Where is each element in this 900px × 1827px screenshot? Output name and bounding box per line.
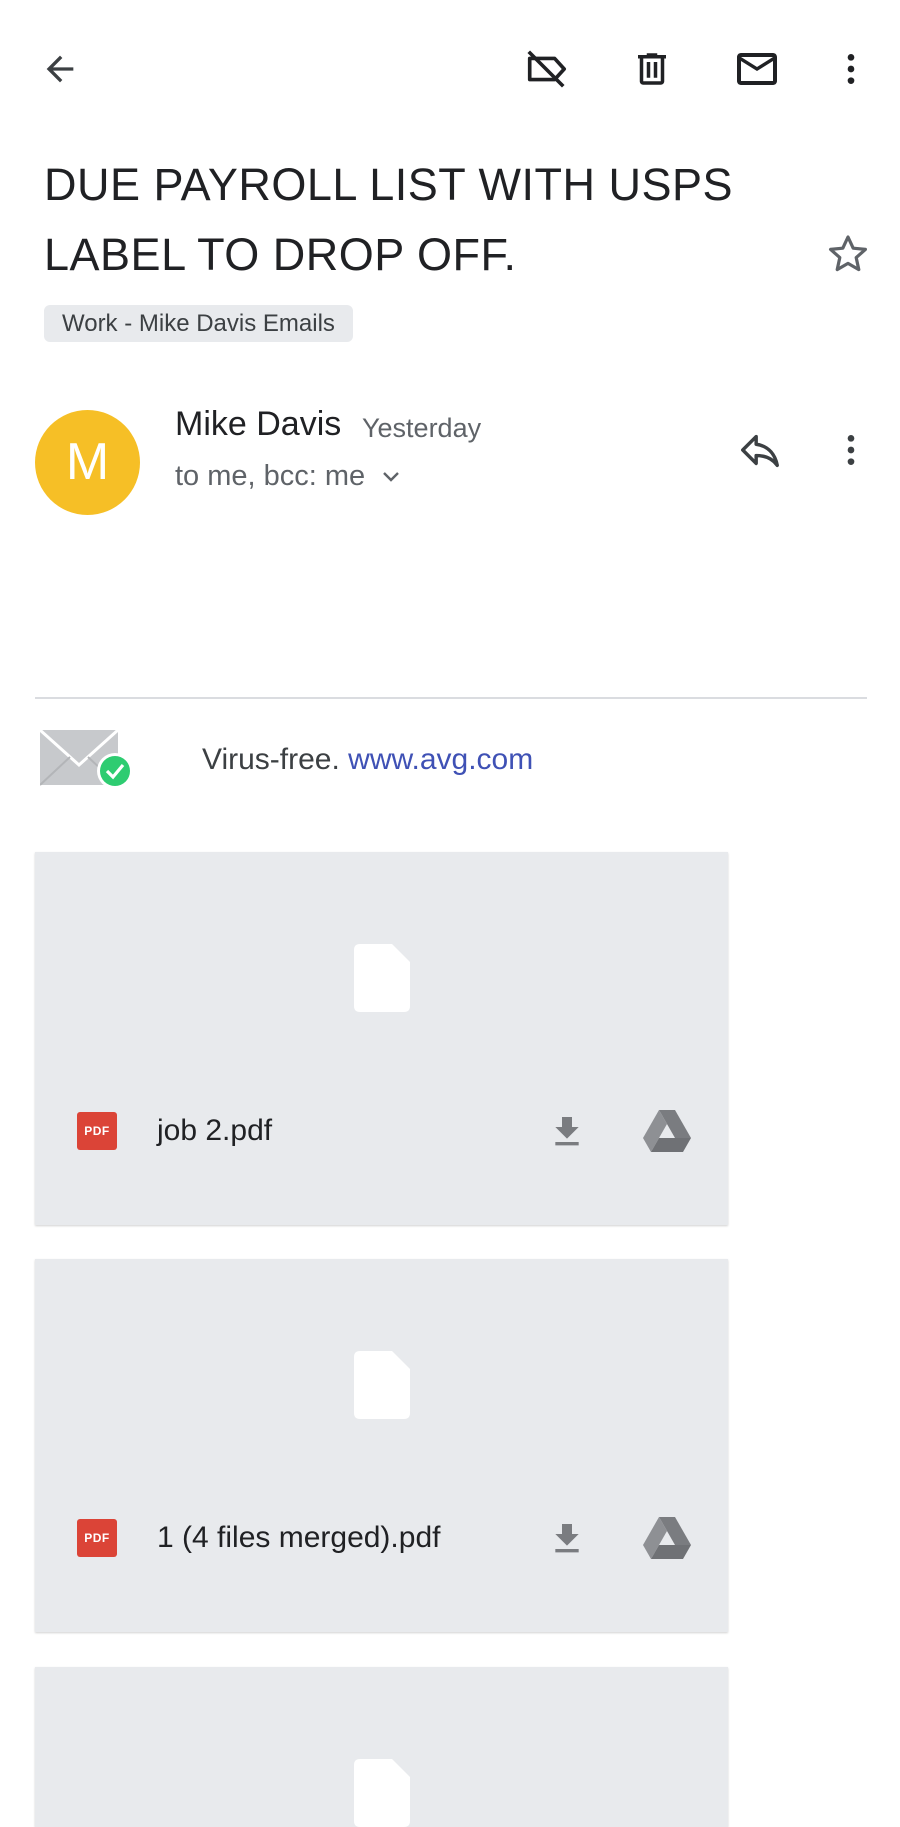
avg-link[interactable]: www.avg.com bbox=[348, 743, 533, 776]
star-button[interactable] bbox=[812, 218, 884, 290]
star-outline-icon bbox=[829, 235, 867, 272]
pdf-icon: PDF bbox=[77, 1112, 117, 1150]
avatar[interactable]: M bbox=[35, 410, 140, 515]
more-vert-icon bbox=[847, 54, 855, 84]
more-vert-icon bbox=[847, 435, 855, 465]
message-more-button[interactable] bbox=[815, 414, 887, 486]
top-app-bar bbox=[0, 0, 900, 140]
avg-signature: Virus-free. www.avg.com bbox=[38, 725, 533, 795]
attachment-card[interactable]: PDF job 2.pdf bbox=[35, 852, 728, 1225]
reply-icon bbox=[741, 434, 779, 468]
back-button[interactable] bbox=[24, 33, 96, 105]
attachment-name: job 2.pdf bbox=[157, 1114, 273, 1147]
recipients-text: to me, bcc: me bbox=[175, 460, 366, 492]
save-to-drive-button[interactable] bbox=[635, 1507, 699, 1571]
back-arrow-icon bbox=[46, 55, 74, 83]
mail-icon bbox=[737, 53, 777, 85]
virus-free-text: Virus-free. bbox=[202, 743, 340, 776]
download-icon bbox=[555, 1117, 579, 1146]
chevron-down-icon bbox=[383, 471, 400, 482]
avg-text-wrap: Virus-free. www.avg.com bbox=[202, 743, 533, 777]
avg-mail-icon bbox=[38, 725, 135, 795]
delete-button[interactable] bbox=[616, 33, 688, 105]
save-to-drive-button[interactable] bbox=[635, 1100, 699, 1164]
sender-name: Mike Davis bbox=[175, 405, 342, 443]
message-time: Yesterday bbox=[362, 413, 482, 443]
download-button[interactable] bbox=[535, 1507, 599, 1571]
file-icon bbox=[354, 1351, 410, 1419]
remove-label-button[interactable] bbox=[510, 33, 582, 105]
trash-icon bbox=[638, 53, 666, 85]
mark-unread-button[interactable] bbox=[721, 33, 793, 105]
pdf-icon: PDF bbox=[77, 1519, 117, 1557]
reply-button[interactable] bbox=[724, 414, 796, 486]
label-off-icon bbox=[527, 50, 567, 88]
more-options-button[interactable] bbox=[815, 33, 887, 105]
attachment-card[interactable]: PDF 1 (4 files merged).pdf bbox=[35, 1259, 728, 1632]
label-chip[interactable]: Work - Mike Davis Emails bbox=[44, 305, 353, 342]
drive-icon bbox=[643, 1110, 691, 1152]
download-icon bbox=[555, 1524, 579, 1553]
attachment-name: 1 (4 files merged).pdf bbox=[157, 1521, 441, 1554]
download-button[interactable] bbox=[535, 1100, 599, 1164]
file-icon bbox=[354, 1759, 410, 1827]
email-subject: DUE PAYROLL LIST WITH USPS LABEL TO DROP… bbox=[44, 159, 733, 280]
recipients-toggle[interactable]: to me, bcc: me bbox=[175, 460, 403, 493]
attachment-card[interactable] bbox=[35, 1667, 728, 1827]
signature-divider bbox=[35, 697, 867, 699]
file-icon bbox=[354, 944, 410, 1012]
drive-icon bbox=[643, 1517, 691, 1559]
